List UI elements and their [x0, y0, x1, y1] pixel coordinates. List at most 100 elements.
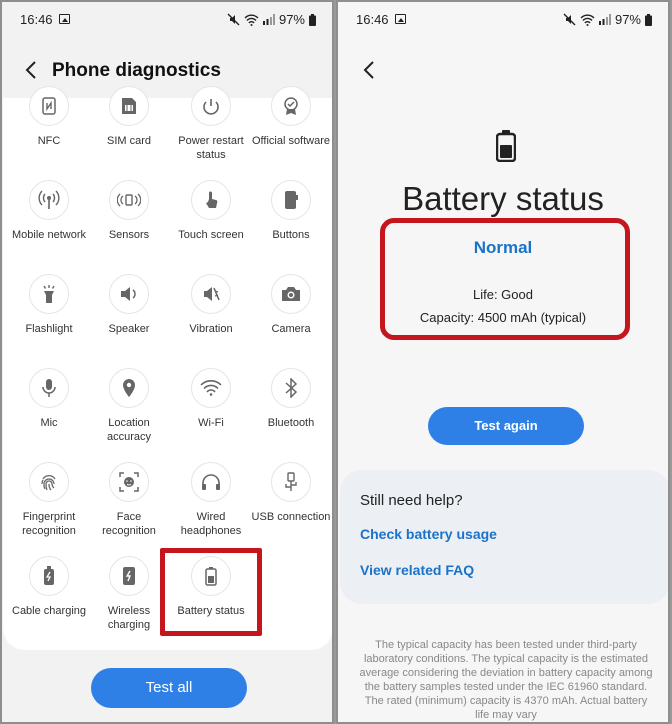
- test-all-button[interactable]: Test all: [91, 668, 247, 708]
- grid-item-label: Bluetooth: [267, 417, 315, 429]
- flashlight-icon: [29, 274, 69, 314]
- battery-percent: 97%: [278, 12, 305, 27]
- grid-item-label: Flashlight: [25, 323, 73, 335]
- status-time: 16:46: [20, 12, 53, 27]
- grid-item-camera[interactable]: Camera: [251, 274, 331, 336]
- mute-icon: [227, 13, 240, 26]
- grid-item-label: Power restart status: [178, 135, 244, 161]
- cable-charging-icon: [29, 556, 69, 596]
- touch-screen-icon: [191, 180, 231, 220]
- grid-item-cable-charging[interactable]: Cable charging: [9, 556, 89, 618]
- mute-icon: [563, 13, 576, 26]
- page-title: Phone diagnostics: [52, 60, 221, 81]
- grid-item-speaker[interactable]: Speaker: [89, 274, 169, 336]
- battery-status-icon: [645, 13, 652, 26]
- grid-item-vibration[interactable]: Vibration: [171, 274, 251, 336]
- help-card: Still need help? Check battery usage Vie…: [340, 470, 668, 604]
- grid-item-wifi[interactable]: Wi-Fi: [171, 368, 251, 430]
- grid-item-label: Cable charging: [12, 605, 86, 617]
- diagnostics-screen: 16:46 97% Phone diagnostics NFC SIM card…: [0, 0, 334, 724]
- grid-item-label: Vibration: [189, 323, 233, 335]
- capacity-footnote: The typical capacity has been tested und…: [359, 639, 653, 721]
- battery-status-title: Battery status: [402, 180, 604, 217]
- gallery-notification-icon: [59, 14, 70, 24]
- mic-icon: [29, 368, 69, 408]
- grid-item-fingerprint[interactable]: Fingerprint recognition: [9, 462, 89, 538]
- grid-item-location[interactable]: Location accuracy: [89, 368, 169, 444]
- back-arrow-icon[interactable]: [358, 58, 382, 82]
- grid-item-mic[interactable]: Mic: [9, 368, 89, 430]
- grid-item-face-recognition[interactable]: Face recognition: [89, 462, 169, 538]
- battery-percent: 97%: [614, 12, 641, 27]
- grid-item-label: Wired headphones: [180, 511, 242, 537]
- battery-status-icon: [309, 13, 316, 26]
- grid-item-official-software[interactable]: Official software: [251, 86, 331, 148]
- grid-item-label: Location accuracy: [106, 417, 152, 443]
- grid-item-label: Mic: [40, 417, 58, 429]
- grid-item-label: USB connection: [251, 511, 331, 523]
- wifi-status-icon: [580, 14, 595, 26]
- signal-icon: [262, 14, 275, 25]
- grid-item-wired-headphones[interactable]: Wired headphones: [171, 462, 251, 538]
- grid-item-wireless-charging[interactable]: Wireless charging: [89, 556, 169, 632]
- grid-item-label: Sensors: [108, 229, 150, 241]
- view-faq-link[interactable]: View related FAQ: [360, 562, 474, 578]
- battery-status-screen: 16:46 97% Battery status Normal Life: Go…: [336, 0, 670, 724]
- grid-item-label: Touch screen: [178, 229, 244, 241]
- grid-item-flashlight[interactable]: Flashlight: [9, 274, 89, 336]
- wifi-status-icon: [244, 14, 259, 26]
- face-icon: [109, 462, 149, 502]
- battery-large-icon: [496, 130, 516, 162]
- grid-item-mobile-network[interactable]: Mobile network: [9, 180, 89, 242]
- grid-item-label: NFC: [37, 135, 61, 147]
- status-time: 16:46: [356, 12, 389, 27]
- status-bar: 16:46 97%: [338, 2, 668, 38]
- mobile-network-icon: [29, 180, 69, 220]
- fingerprint-icon: [29, 462, 69, 502]
- check-battery-usage-link[interactable]: Check battery usage: [360, 526, 497, 542]
- grid-item-nfc[interactable]: NFC: [9, 86, 89, 148]
- back-arrow-icon[interactable]: [20, 58, 44, 82]
- grid-item-label: Camera: [271, 323, 311, 335]
- gallery-notification-icon: [395, 14, 406, 24]
- bluetooth-icon: [271, 368, 311, 408]
- camera-icon: [271, 274, 311, 314]
- nfc-icon: [29, 86, 69, 126]
- battery-life: Life: Good: [473, 287, 533, 302]
- grid-item-buttons[interactable]: Buttons: [251, 180, 331, 242]
- wifi-icon: [191, 368, 231, 408]
- grid-item-label: Official software: [251, 135, 331, 147]
- grid-item-label: SIM card: [106, 135, 151, 147]
- grid-item-sensors[interactable]: Sensors: [89, 180, 169, 242]
- usb-icon: [271, 462, 311, 502]
- headphones-icon: [191, 462, 231, 502]
- vibration-icon: [191, 274, 231, 314]
- grid-item-label: Speaker: [108, 323, 150, 335]
- location-icon: [109, 368, 149, 408]
- battery-result: Normal: [473, 238, 533, 257]
- sensors-icon: [109, 180, 149, 220]
- grid-item-label: Fingerprint recognition: [22, 511, 76, 537]
- signal-icon: [598, 14, 611, 25]
- power-restart-icon: [191, 86, 231, 126]
- speaker-icon: [109, 274, 149, 314]
- grid-item-power-restart[interactable]: Power restart status: [171, 86, 251, 162]
- grid-item-label: Mobile network: [12, 229, 86, 241]
- status-bar: 16:46 97%: [2, 2, 332, 38]
- official-software-icon: [271, 86, 311, 126]
- highlight-box: [160, 548, 262, 636]
- wireless-charging-icon: [109, 556, 149, 596]
- battery-capacity: Capacity: 4500 mAh (typical): [419, 310, 587, 325]
- grid-item-bluetooth[interactable]: Bluetooth: [251, 368, 331, 430]
- grid-item-label: Wi-Fi: [198, 417, 224, 429]
- grid-item-label: Wireless charging: [107, 605, 151, 631]
- grid-item-label: Buttons: [272, 229, 310, 241]
- grid-item-sim-card[interactable]: SIM card: [89, 86, 169, 148]
- sim-card-icon: [109, 86, 149, 126]
- grid-item-touch-screen[interactable]: Touch screen: [171, 180, 251, 242]
- test-again-button[interactable]: Test again: [428, 407, 584, 445]
- grid-item-usb[interactable]: USB connection: [251, 462, 331, 524]
- grid-item-label: Face recognition: [102, 511, 156, 537]
- buttons-icon: [271, 180, 311, 220]
- help-title: Still need help?: [360, 492, 463, 509]
